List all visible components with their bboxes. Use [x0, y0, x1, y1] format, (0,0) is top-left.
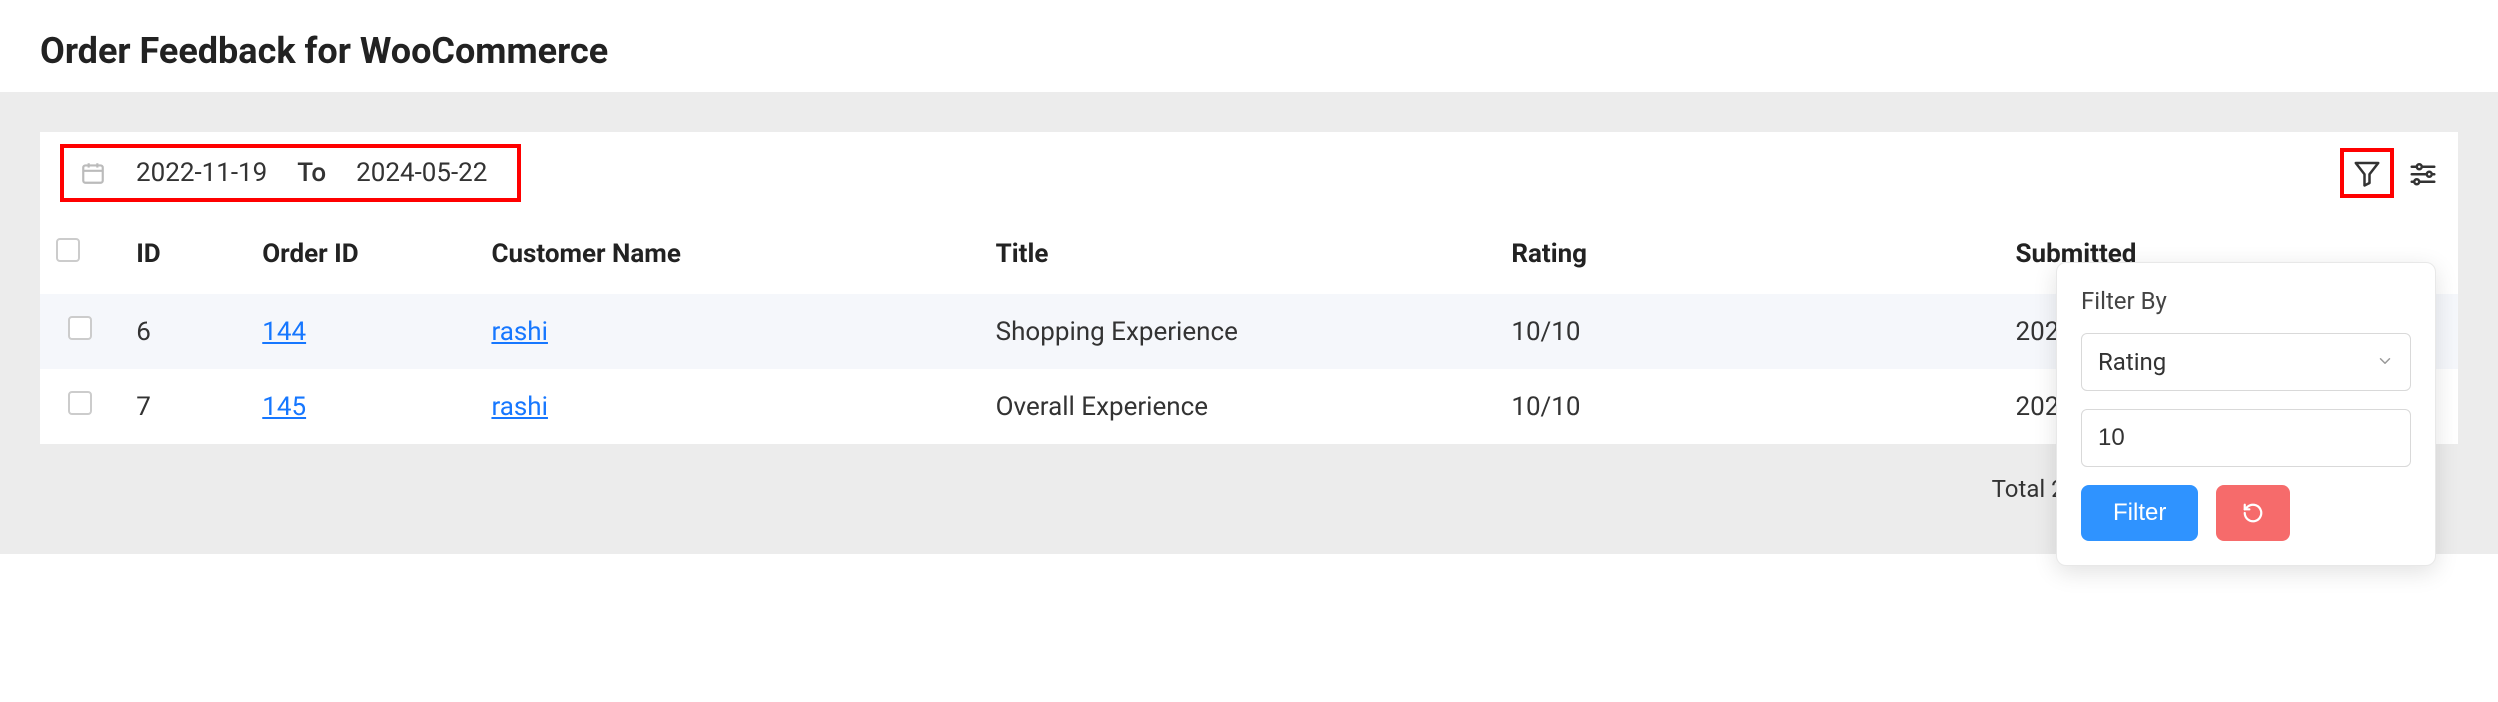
reset-filter-button[interactable]	[2216, 485, 2290, 541]
date-to-label: To	[297, 158, 326, 188]
apply-filter-button[interactable]: Filter	[2081, 485, 2198, 541]
filter-field-select[interactable]: Rating	[2081, 333, 2411, 391]
sliders-icon	[2408, 158, 2438, 188]
content-area: 2022-11-19 To 2024-05-22 ID Order ID Cus…	[0, 92, 2498, 554]
col-customer: Customer Name	[475, 214, 979, 294]
filter-field-value: Rating	[2098, 348, 2166, 376]
select-all-checkbox[interactable]	[56, 238, 80, 262]
page-header: Order Feedback for WooCommerce	[0, 0, 2498, 92]
page-title: Order Feedback for WooCommerce	[40, 30, 2458, 72]
order-link[interactable]: 145	[262, 392, 306, 422]
funnel-icon	[2352, 158, 2382, 188]
cell-id: 6	[120, 294, 246, 370]
total-label: Total 2	[1992, 475, 2065, 503]
reset-icon	[2242, 502, 2264, 524]
chevron-down-icon	[2376, 348, 2394, 376]
cell-title: Overall Experience	[980, 369, 1496, 444]
col-order-id: Order ID	[246, 214, 475, 294]
cell-id: 7	[120, 369, 246, 444]
popover-actions: Filter	[2081, 485, 2411, 541]
toolbar: 2022-11-19 To 2024-05-22	[40, 132, 2458, 214]
row-checkbox[interactable]	[68, 316, 92, 340]
col-rating: Rating	[1495, 214, 1999, 294]
date-range-picker[interactable]: 2022-11-19 To 2024-05-22	[60, 144, 521, 202]
toolbar-right	[2340, 148, 2438, 198]
customer-link[interactable]: rashi	[491, 317, 548, 347]
date-from: 2022-11-19	[136, 158, 267, 188]
filter-by-popover: Filter By Rating Filter	[2056, 262, 2436, 566]
row-checkbox[interactable]	[68, 391, 92, 415]
cell-title: Shopping Experience	[980, 294, 1496, 370]
calendar-icon	[80, 160, 106, 186]
filter-value-input[interactable]	[2081, 409, 2411, 467]
col-title: Title	[980, 214, 1496, 294]
settings-button[interactable]	[2408, 158, 2438, 188]
customer-link[interactable]: rashi	[491, 392, 548, 422]
filter-button[interactable]	[2340, 148, 2394, 198]
cell-rating: 10/10	[1495, 294, 1999, 370]
filter-by-title: Filter By	[2081, 287, 2411, 315]
date-to: 2024-05-22	[356, 158, 487, 188]
col-id: ID	[120, 214, 246, 294]
order-link[interactable]: 144	[262, 317, 306, 347]
cell-rating: 10/10	[1495, 369, 1999, 444]
